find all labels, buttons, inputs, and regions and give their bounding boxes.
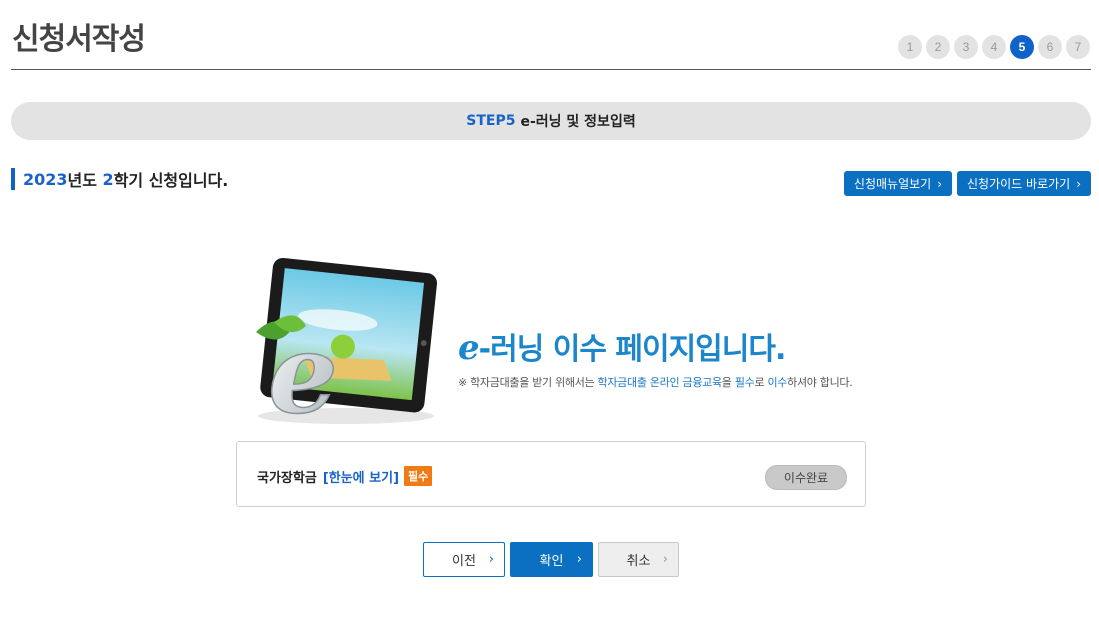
step-banner: STEP5 e-러닝 및 정보입력 bbox=[11, 102, 1091, 140]
step-4: 4 bbox=[982, 35, 1006, 59]
step-label: e-러닝 및 정보입력 bbox=[520, 114, 636, 130]
note-part: ※ 학자금대출을 받기 위해서는 bbox=[458, 376, 598, 389]
manual-button[interactable]: 신청매뉴얼보기 › bbox=[843, 171, 952, 196]
chevron-right-icon: › bbox=[662, 552, 668, 567]
chevron-right-icon: › bbox=[1076, 176, 1081, 191]
page-title: 신청서작성 bbox=[12, 22, 146, 57]
step-6: 6 bbox=[1038, 35, 1062, 59]
e-learning-tablet-illustration: e bbox=[256, 257, 438, 430]
completion-status-badge: 이수완료 bbox=[765, 465, 847, 490]
note-highlight: 이수 bbox=[767, 376, 788, 389]
step-2: 2 bbox=[926, 35, 950, 59]
step-indicator: 1 2 3 4 5 6 7 bbox=[898, 35, 1090, 59]
svg-text:e: e bbox=[268, 309, 338, 430]
course-name: 국가장학금 bbox=[257, 470, 317, 486]
manual-button-label: 신청매뉴얼보기 bbox=[853, 177, 932, 191]
course-title-row: 국가장학금 [한눈에 보기] 필수 bbox=[257, 466, 433, 486]
prev-button-label: 이전 bbox=[452, 554, 476, 569]
semester-year: 2023 bbox=[23, 169, 68, 189]
note-highlight: 학자금대출 온라인 금융교육 bbox=[597, 376, 723, 389]
chevron-right-icon: › bbox=[576, 552, 582, 567]
hero-heading-text: -러닝 이수 페이지입니다. bbox=[478, 332, 787, 367]
guide-buttons: 신청매뉴얼보기 › 신청가이드 바로가기 › bbox=[843, 171, 1091, 196]
semester-term: 2 bbox=[102, 169, 114, 189]
note-part: 로 bbox=[754, 376, 768, 389]
hero-heading: e-러닝 이수 페이지입니다. bbox=[458, 324, 787, 368]
guide-button-label: 신청가이드 바로가기 bbox=[967, 177, 1071, 191]
required-badge: 필수 bbox=[404, 466, 433, 486]
cancel-button-label: 취소 bbox=[626, 554, 651, 569]
form-nav-buttons: 이전 › 확인 › 취소 › bbox=[423, 542, 679, 577]
cancel-button[interactable]: 취소 › bbox=[598, 542, 679, 577]
prev-button[interactable]: 이전 › bbox=[423, 542, 505, 577]
title-divider bbox=[11, 69, 1091, 70]
course-overview-link[interactable]: [한눈에 보기] bbox=[323, 467, 399, 486]
note-part: 을 bbox=[721, 376, 735, 389]
hero-e-letter: e bbox=[458, 328, 480, 368]
note-part: 하셔야 합니다. bbox=[787, 376, 853, 389]
semester-term-suffix: 학기 신청입니다. bbox=[113, 171, 229, 190]
confirm-button-label: 확인 bbox=[539, 554, 564, 569]
hero-notice: ※ 학자금대출을 받기 위해서는 학자금대출 온라인 금융교육을 필수로 이수하… bbox=[458, 374, 853, 390]
step-7: 7 bbox=[1066, 35, 1090, 59]
step-5-current: 5 bbox=[1010, 35, 1034, 59]
chevron-right-icon: › bbox=[488, 552, 494, 567]
chevron-right-icon: › bbox=[937, 176, 942, 191]
course-card: 국가장학금 [한눈에 보기] 필수 이수완료 bbox=[236, 441, 866, 507]
note-highlight: 필수 bbox=[734, 376, 755, 389]
step-3: 3 bbox=[954, 35, 978, 59]
semester-year-suffix: 년도 bbox=[67, 171, 103, 190]
step-1: 1 bbox=[898, 35, 922, 59]
semester-heading: 2023 년도 2 학기 신청입니다. bbox=[11, 168, 228, 190]
guide-button[interactable]: 신청가이드 바로가기 › bbox=[957, 171, 1091, 196]
confirm-button[interactable]: 확인 › bbox=[510, 542, 593, 577]
step-code: STEP5 bbox=[466, 113, 516, 129]
